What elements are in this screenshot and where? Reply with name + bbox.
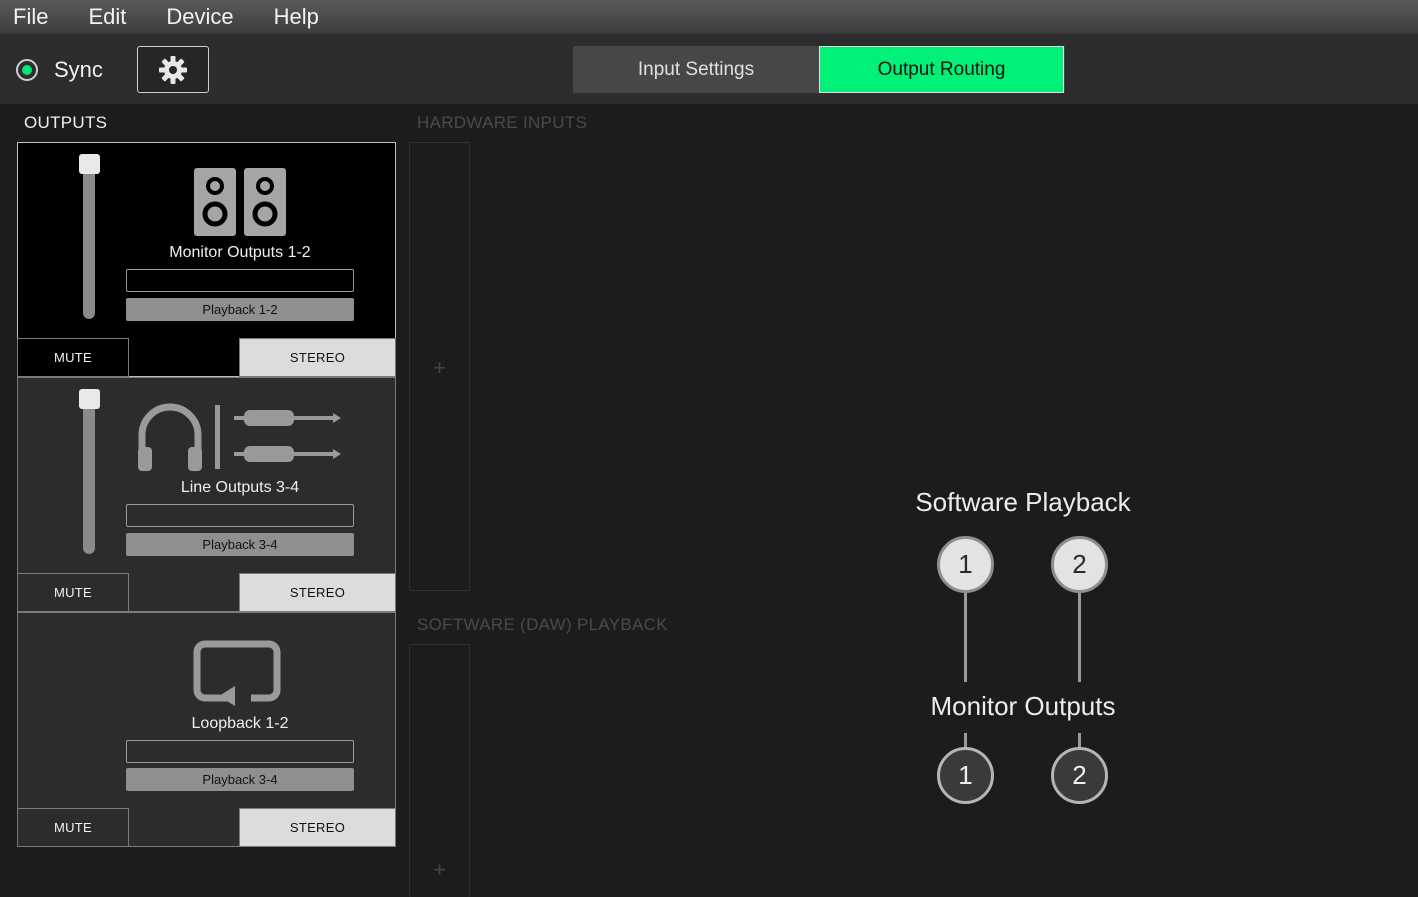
add-hardware-input-icon[interactable]: + (410, 355, 469, 381)
mute-button[interactable]: MUTE (17, 338, 129, 377)
menu-edit[interactable]: Edit (75, 4, 139, 30)
level-meter (126, 740, 354, 763)
routing-wire-2 (1078, 590, 1081, 682)
settings-button[interactable] (137, 46, 209, 93)
speaker-pair-icon (194, 168, 286, 236)
output-name: Monitor Outputs 1-2 (169, 244, 311, 261)
headphones-jack-icon (138, 403, 341, 471)
menu-help[interactable]: Help (261, 4, 332, 30)
loopback-icon (193, 640, 281, 706)
toolbar: Sync Input Settings Output Routing (0, 35, 1418, 104)
mute-button[interactable]: MUTE (17, 573, 129, 612)
menu-file[interactable]: File (0, 4, 61, 30)
volume-fader-handle[interactable] (79, 154, 100, 174)
hardware-inputs-heading: HARDWARE INPUTS (417, 113, 588, 132)
sync-status-icon (16, 59, 38, 81)
stereo-button[interactable]: STEREO (239, 573, 396, 612)
routing-dest-title: Monitor Outputs (930, 691, 1116, 721)
output-source-select[interactable]: Playback 3-4 (126, 768, 354, 791)
level-meter (126, 504, 354, 527)
software-playback-dropzone[interactable]: + (409, 644, 470, 897)
output-name: Line Outputs 3-4 (180, 479, 300, 496)
volume-fader-track[interactable] (83, 157, 95, 319)
sync-indicator: Sync (16, 57, 103, 83)
stereo-button[interactable]: STEREO (239, 338, 396, 377)
add-software-playback-icon[interactable]: + (410, 857, 469, 883)
level-meter (126, 269, 354, 292)
output-name: Loopback 1-2 (191, 715, 289, 732)
view-tabs: Input Settings Output Routing (573, 46, 1065, 93)
mute-button[interactable]: MUTE (17, 808, 129, 847)
output-card-line[interactable]: Line Outputs 3-4 Playback 3-4 MUTE STERE… (17, 377, 396, 612)
software-playback-port-2[interactable]: 2 (1051, 536, 1108, 593)
gear-icon (159, 55, 187, 84)
menu-bar: File Edit Device Help (0, 0, 1418, 35)
output-card-loopback[interactable]: Loopback 1-2 Playback 3-4 MUTE STEREO (17, 612, 396, 847)
output-source-select[interactable]: Playback 3-4 (126, 533, 354, 556)
routing-source-title: Software Playback (915, 487, 1131, 517)
monitor-output-port-1[interactable]: 1 (937, 747, 994, 804)
stereo-button[interactable]: STEREO (239, 808, 396, 847)
output-card-monitor[interactable]: Monitor Outputs 1-2 Playback 1-2 MUTE ST… (17, 142, 396, 377)
volume-fader-handle[interactable] (79, 389, 100, 409)
software-playback-port-1[interactable]: 1 (937, 536, 994, 593)
sync-label: Sync (54, 57, 103, 82)
volume-fader-track[interactable] (83, 392, 95, 554)
tab-input-settings[interactable]: Input Settings (573, 46, 819, 93)
hardware-inputs-dropzone[interactable]: + (409, 142, 470, 591)
tab-output-routing[interactable]: Output Routing (819, 46, 1064, 93)
output-source-select[interactable]: Playback 1-2 (126, 298, 354, 321)
software-playback-heading: SOFTWARE (DAW) PLAYBACK (417, 615, 668, 634)
outputs-heading: OUTPUTS (24, 113, 108, 132)
menu-device[interactable]: Device (153, 4, 246, 30)
routing-wire-1 (964, 590, 967, 682)
monitor-output-port-2[interactable]: 2 (1051, 747, 1108, 804)
